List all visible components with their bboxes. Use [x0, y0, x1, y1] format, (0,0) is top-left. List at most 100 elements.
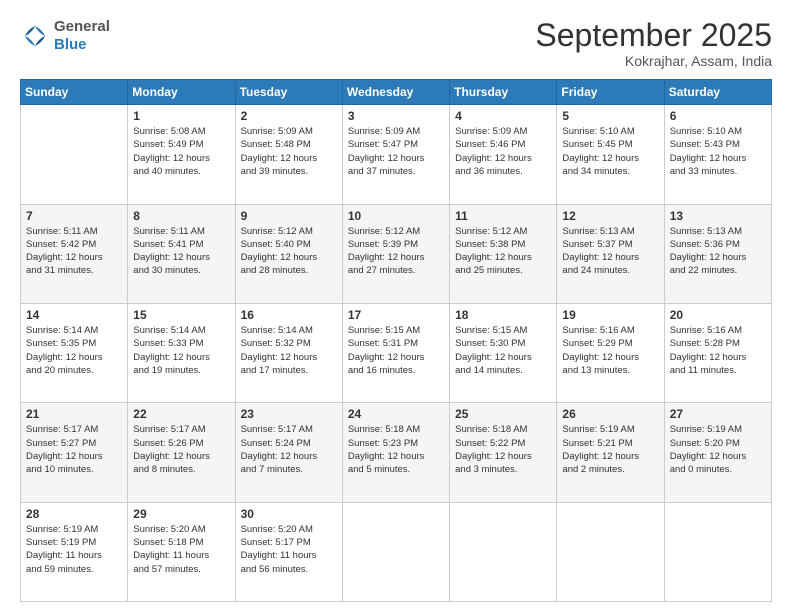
day-info: Sunrise: 5:09 AM Sunset: 5:47 PM Dayligh…: [348, 125, 444, 178]
day-number: 9: [241, 209, 337, 223]
table-row: 17 Sunrise: 5:15 AM Sunset: 5:31 PM Dayli…: [342, 303, 449, 402]
day-info: Sunrise: 5:19 AM Sunset: 5:20 PM Dayligh…: [670, 423, 766, 476]
day-number: 11: [455, 209, 551, 223]
day-number: 29: [133, 507, 229, 521]
table-row: 12Sunrise: 5:13 AM Sunset: 5:37 PM Dayli…: [557, 204, 664, 303]
table-row: 26 Sunrise: 5:19 AM Sunset: 5:21 PM Dayli…: [557, 403, 664, 502]
month-title: September 2025: [535, 18, 772, 53]
day-number: 8: [133, 209, 229, 223]
table-row: 5 Sunrise: 5:10 AM Sunset: 5:45 PM Daylig…: [557, 105, 664, 204]
col-saturday: Saturday: [664, 80, 771, 105]
day-info: Sunrise: 5:10 AM Sunset: 5:43 PM Dayligh…: [670, 125, 766, 178]
day-number: 17: [348, 308, 444, 322]
table-row: 10Sunrise: 5:12 AM Sunset: 5:39 PM Dayli…: [342, 204, 449, 303]
table-row: 11 Sunrise: 5:12 AM Sunset: 5:38 PM Dayli…: [450, 204, 557, 303]
table-row: 13 Sunrise: 5:13 AM Sunset: 5:36 PM Dayli…: [664, 204, 771, 303]
col-thursday: Thursday: [450, 80, 557, 105]
day-info: Sunrise: 5:11 AM Sunset: 5:42 PM Dayligh…: [26, 225, 122, 278]
calendar-week-row: 28 Sunrise: 5:19 AM Sunset: 5:19 PM Dayli…: [21, 502, 772, 601]
day-number: 30: [241, 507, 337, 521]
col-wednesday: Wednesday: [342, 80, 449, 105]
day-number: 1: [133, 109, 229, 123]
day-info: Sunrise: 5:12 AM Sunset: 5:39 PM Dayligh…: [348, 225, 444, 278]
table-row: 8Sunrise: 5:11 AM Sunset: 5:41 PM Daylig…: [128, 204, 235, 303]
day-number: 4: [455, 109, 551, 123]
day-info: Sunrise: 5:17 AM Sunset: 5:26 PM Dayligh…: [133, 423, 229, 476]
day-info: Sunrise: 5:08 AM Sunset: 5:49 PM Dayligh…: [133, 125, 229, 178]
table-row: 27 Sunrise: 5:19 AM Sunset: 5:20 PM Dayli…: [664, 403, 771, 502]
day-number: 15: [133, 308, 229, 322]
day-number: 27: [670, 407, 766, 421]
day-number: 24: [348, 407, 444, 421]
table-row: 3 Sunrise: 5:09 AM Sunset: 5:47 PM Daylig…: [342, 105, 449, 204]
table-row: 24Sunrise: 5:18 AM Sunset: 5:23 PM Dayli…: [342, 403, 449, 502]
col-monday: Monday: [128, 80, 235, 105]
day-number: 13: [670, 209, 766, 223]
table-row: 4 Sunrise: 5:09 AM Sunset: 5:46 PM Daylig…: [450, 105, 557, 204]
table-row: 15Sunrise: 5:14 AM Sunset: 5:33 PM Dayli…: [128, 303, 235, 402]
title-block: September 2025 Kokrajhar, Assam, India: [535, 18, 772, 69]
day-number: 20: [670, 308, 766, 322]
page: General Blue September 2025 Kokrajhar, A…: [0, 0, 792, 612]
logo-general: General: [54, 18, 110, 36]
table-row: [557, 502, 664, 601]
day-info: Sunrise: 5:09 AM Sunset: 5:48 PM Dayligh…: [241, 125, 337, 178]
table-row: 30 Sunrise: 5:20 AM Sunset: 5:17 PM Dayli…: [235, 502, 342, 601]
calendar: Sunday Monday Tuesday Wednesday Thursday…: [20, 79, 772, 602]
table-row: [21, 105, 128, 204]
table-row: [342, 502, 449, 601]
day-number: 26: [562, 407, 658, 421]
day-info: Sunrise: 5:10 AM Sunset: 5:45 PM Dayligh…: [562, 125, 658, 178]
header: General Blue September 2025 Kokrajhar, A…: [20, 18, 772, 69]
day-number: 2: [241, 109, 337, 123]
day-number: 19: [562, 308, 658, 322]
col-sunday: Sunday: [21, 80, 128, 105]
table-row: 21Sunrise: 5:17 AM Sunset: 5:27 PM Dayli…: [21, 403, 128, 502]
logo-blue: Blue: [54, 36, 110, 54]
day-info: Sunrise: 5:09 AM Sunset: 5:46 PM Dayligh…: [455, 125, 551, 178]
calendar-header-row: Sunday Monday Tuesday Wednesday Thursday…: [21, 80, 772, 105]
col-friday: Friday: [557, 80, 664, 105]
table-row: 19Sunrise: 5:16 AM Sunset: 5:29 PM Dayli…: [557, 303, 664, 402]
day-info: Sunrise: 5:19 AM Sunset: 5:21 PM Dayligh…: [562, 423, 658, 476]
day-info: Sunrise: 5:19 AM Sunset: 5:19 PM Dayligh…: [26, 523, 122, 576]
calendar-week-row: 7 Sunrise: 5:11 AM Sunset: 5:42 PM Daylig…: [21, 204, 772, 303]
day-number: 25: [455, 407, 551, 421]
day-number: 28: [26, 507, 122, 521]
table-row: [450, 502, 557, 601]
table-row: 9 Sunrise: 5:12 AM Sunset: 5:40 PM Daylig…: [235, 204, 342, 303]
table-row: 29 Sunrise: 5:20 AM Sunset: 5:18 PM Dayli…: [128, 502, 235, 601]
day-info: Sunrise: 5:12 AM Sunset: 5:38 PM Dayligh…: [455, 225, 551, 278]
table-row: 16 Sunrise: 5:14 AM Sunset: 5:32 PM Dayli…: [235, 303, 342, 402]
day-info: Sunrise: 5:13 AM Sunset: 5:36 PM Dayligh…: [670, 225, 766, 278]
day-info: Sunrise: 5:14 AM Sunset: 5:32 PM Dayligh…: [241, 324, 337, 377]
table-row: 23Sunrise: 5:17 AM Sunset: 5:24 PM Dayli…: [235, 403, 342, 502]
day-number: 3: [348, 109, 444, 123]
location: Kokrajhar, Assam, India: [535, 53, 772, 69]
table-row: 18Sunrise: 5:15 AM Sunset: 5:30 PM Dayli…: [450, 303, 557, 402]
table-row: 25 Sunrise: 5:18 AM Sunset: 5:22 PM Dayli…: [450, 403, 557, 502]
day-number: 14: [26, 308, 122, 322]
table-row: 20Sunrise: 5:16 AM Sunset: 5:28 PM Dayli…: [664, 303, 771, 402]
day-number: 7: [26, 209, 122, 223]
calendar-week-row: 21Sunrise: 5:17 AM Sunset: 5:27 PM Dayli…: [21, 403, 772, 502]
day-number: 16: [241, 308, 337, 322]
col-tuesday: Tuesday: [235, 80, 342, 105]
day-info: Sunrise: 5:18 AM Sunset: 5:22 PM Dayligh…: [455, 423, 551, 476]
day-info: Sunrise: 5:14 AM Sunset: 5:35 PM Dayligh…: [26, 324, 122, 377]
calendar-week-row: 1 Sunrise: 5:08 AM Sunset: 5:49 PM Daylig…: [21, 105, 772, 204]
table-row: 6 Sunrise: 5:10 AM Sunset: 5:43 PM Daylig…: [664, 105, 771, 204]
table-row: 14 Sunrise: 5:14 AM Sunset: 5:35 PM Dayli…: [21, 303, 128, 402]
day-info: Sunrise: 5:12 AM Sunset: 5:40 PM Dayligh…: [241, 225, 337, 278]
logo-icon: [20, 21, 50, 51]
table-row: 2 Sunrise: 5:09 AM Sunset: 5:48 PM Daylig…: [235, 105, 342, 204]
day-info: Sunrise: 5:17 AM Sunset: 5:27 PM Dayligh…: [26, 423, 122, 476]
day-number: 6: [670, 109, 766, 123]
day-number: 12: [562, 209, 658, 223]
table-row: 22Sunrise: 5:17 AM Sunset: 5:26 PM Dayli…: [128, 403, 235, 502]
day-info: Sunrise: 5:20 AM Sunset: 5:17 PM Dayligh…: [241, 523, 337, 576]
day-info: Sunrise: 5:15 AM Sunset: 5:30 PM Dayligh…: [455, 324, 551, 377]
day-number: 5: [562, 109, 658, 123]
day-info: Sunrise: 5:15 AM Sunset: 5:31 PM Dayligh…: [348, 324, 444, 377]
day-info: Sunrise: 5:20 AM Sunset: 5:18 PM Dayligh…: [133, 523, 229, 576]
